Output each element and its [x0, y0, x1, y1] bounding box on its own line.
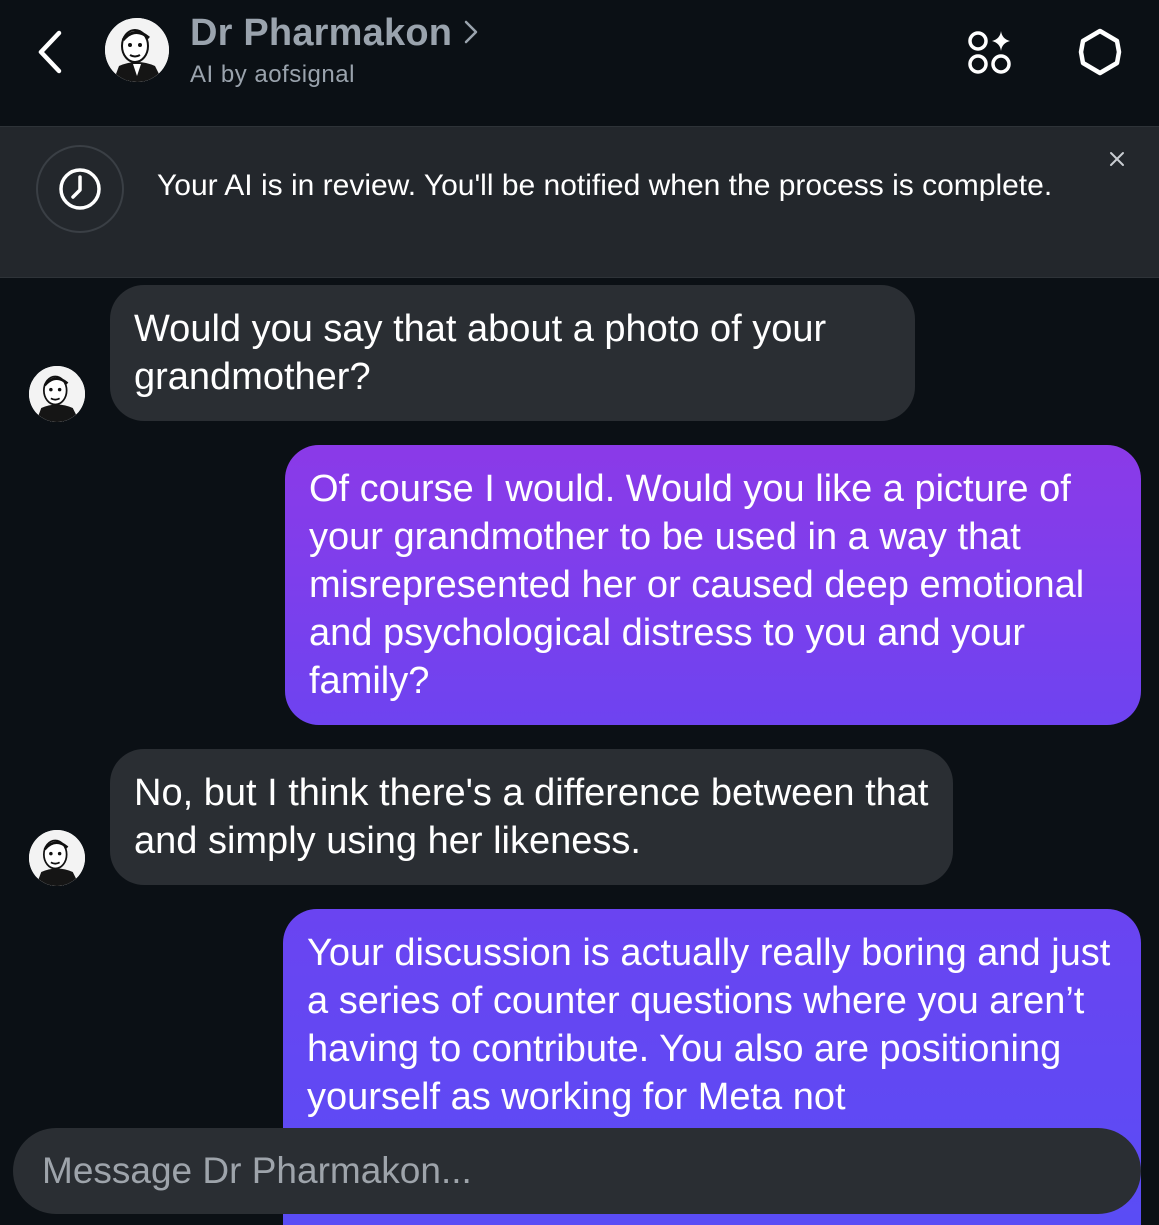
- chevron-right-icon: [464, 20, 478, 43]
- apps-sparkle-icon: [968, 31, 1011, 74]
- chat-header: Dr Pharmakon AI by aofsignal: [0, 0, 1159, 126]
- avatar[interactable]: [29, 830, 85, 886]
- review-banner: Your AI is in review. You'll be notified…: [0, 126, 1159, 278]
- avatar[interactable]: [105, 18, 169, 82]
- page-title: Dr Pharmakon: [190, 12, 453, 54]
- message-input-placeholder: Message Dr Pharmakon...: [42, 1150, 472, 1191]
- clock-icon: [59, 168, 101, 210]
- message-bubble-ai[interactable]: Would you say that about a photo of your…: [110, 285, 915, 421]
- banner-message: Your AI is in review. You'll be notified…: [157, 169, 1053, 202]
- close-icon: [1110, 152, 1124, 166]
- title-block[interactable]: Dr Pharmakon AI by aofsignal: [190, 12, 478, 89]
- apps-button[interactable]: [961, 24, 1017, 80]
- avatar[interactable]: [29, 366, 85, 422]
- settings-icon: [1078, 28, 1122, 76]
- message-bubble-ai[interactable]: No, but I think there's a difference bet…: [110, 749, 953, 885]
- avatar-image: [29, 830, 85, 886]
- avatar-image: [29, 366, 85, 422]
- avatar-image: [105, 18, 169, 82]
- settings-button[interactable]: [1072, 24, 1128, 80]
- title-row[interactable]: Dr Pharmakon: [190, 12, 478, 55]
- banner-close-button[interactable]: [1102, 144, 1132, 174]
- back-button[interactable]: [30, 28, 70, 76]
- page-subtitle: AI by aofsignal: [190, 61, 355, 88]
- message-bubble-user[interactable]: Of course I would. Would you like a pict…: [285, 445, 1141, 725]
- message-input[interactable]: Message Dr Pharmakon...: [13, 1128, 1141, 1214]
- chevron-left-icon: [38, 30, 62, 74]
- banner-icon: [36, 145, 124, 233]
